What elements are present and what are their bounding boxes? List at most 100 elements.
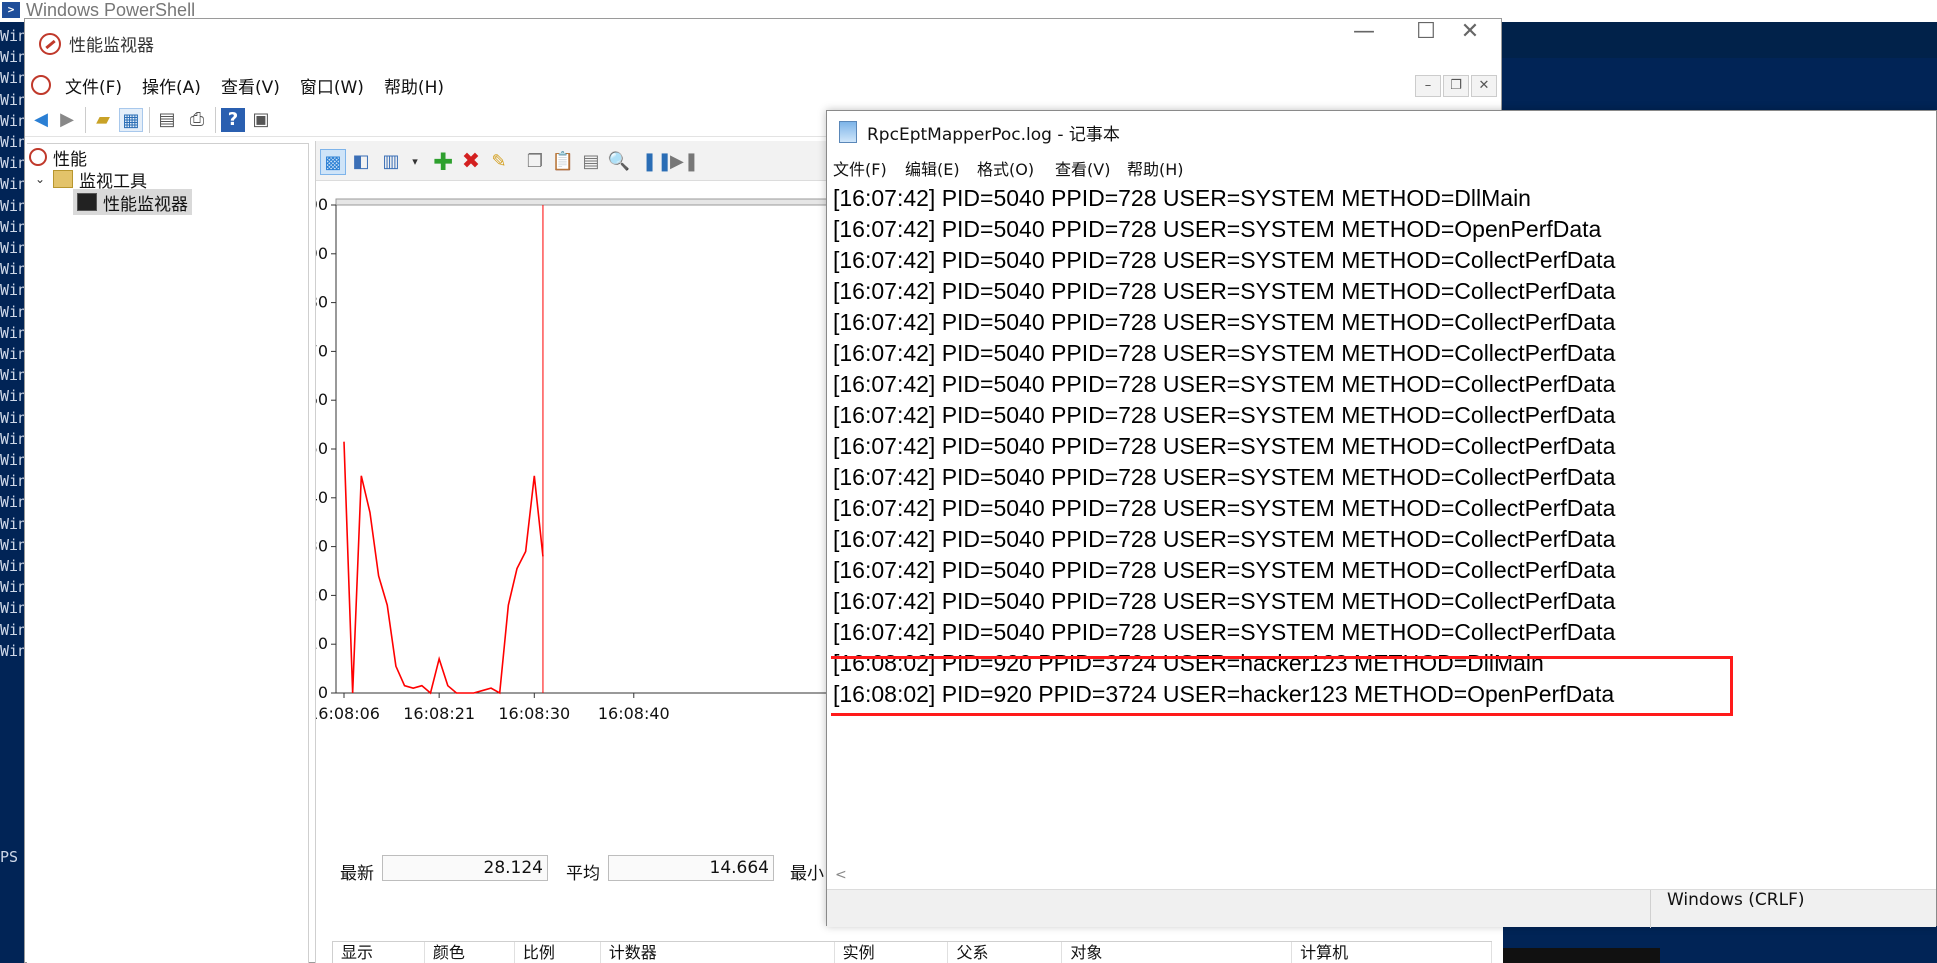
paste-counter-list-icon[interactable]: 📋 xyxy=(550,149,576,175)
log-line: [16:07:42] PID=5040 PPID=728 USER=SYSTEM… xyxy=(833,495,1616,521)
notepad-window: RpcEptMapperPoc.log - 记事本 文件(F) 编辑(E) 格式… xyxy=(826,110,1937,928)
forward-arrow-icon[interactable]: ▶ xyxy=(55,108,79,132)
last-value: 28.124 xyxy=(382,855,548,881)
series-line xyxy=(343,441,544,695)
column-computer[interactable]: 计算机 xyxy=(1292,942,1492,963)
log-line: [16:07:42] PID=5040 PPID=728 USER=SYSTEM… xyxy=(833,464,1616,490)
log-line: [16:07:42] PID=5040 PPID=728 USER=SYSTEM… xyxy=(833,371,1616,397)
x-tick-label: 16:08:06 xyxy=(316,704,380,723)
average-value: 14.664 xyxy=(608,855,774,881)
print-icon[interactable]: ⎙ xyxy=(185,108,209,132)
notepad-menu-file[interactable]: 文件(F) xyxy=(833,156,887,180)
update-data-icon[interactable]: ▶❚ xyxy=(670,149,699,175)
help-icon[interactable]: ? xyxy=(221,108,245,132)
y-tick-label: 80 xyxy=(316,293,328,312)
folder-icon xyxy=(53,170,73,188)
column-scale[interactable]: 比例 xyxy=(515,942,601,963)
column-instance[interactable]: 实例 xyxy=(835,942,949,963)
y-tick-label: 10 xyxy=(316,634,328,653)
log-line: [16:07:42] PID=5040 PPID=728 USER=SYSTEM… xyxy=(833,216,1602,242)
horizontal-scrollbar[interactable]: < xyxy=(827,865,1936,889)
notepad-menu-view[interactable]: 查看(V) xyxy=(1055,156,1110,180)
notepad-text-area[interactable]: [16:07:42] PID=5040 PPID=728 USER=SYSTEM… xyxy=(831,183,1931,863)
column-color[interactable]: 颜色 xyxy=(425,942,515,963)
encoding-status: Windows (CRLF) xyxy=(1650,890,1805,928)
properties-icon[interactable]: ▤ xyxy=(578,149,604,175)
delete-counter-icon[interactable]: ✖ xyxy=(458,149,484,175)
chevron-down-icon[interactable]: ⌄ xyxy=(35,172,53,186)
change-graph-type-icon[interactable]: ▥ xyxy=(378,149,404,175)
back-arrow-icon[interactable]: ◀ xyxy=(29,108,53,132)
show-hide-tree-icon[interactable]: ▦ xyxy=(119,108,143,132)
console-view-icon[interactable]: ▣ xyxy=(249,108,273,132)
notepad-menubar: 文件(F) 编辑(E) 格式(O) 查看(V) 帮助(H) xyxy=(827,151,1936,181)
mdi-minimize-button[interactable]: – xyxy=(1415,75,1441,97)
tree-node-performance-monitor[interactable]: 性能监视器 xyxy=(73,189,192,215)
mdi-restore-button[interactable]: ❐ xyxy=(1443,75,1469,97)
log-line: [16:07:42] PID=5040 PPID=728 USER=SYSTEM… xyxy=(833,309,1616,335)
perfmon-menu-icon[interactable] xyxy=(31,75,51,95)
menu-file[interactable]: 文件(F) xyxy=(65,73,122,98)
export-list-icon[interactable]: ▤ xyxy=(155,108,179,132)
tree-node-label: 监视工具 xyxy=(79,171,147,192)
log-line: [16:07:42] PID=5040 PPID=728 USER=SYSTEM… xyxy=(833,185,1531,211)
notepad-titlebar[interactable]: RpcEptMapperPoc.log - 记事本 xyxy=(827,111,1936,151)
powershell-console-stripe xyxy=(1500,22,1937,58)
log-line: [16:07:42] PID=5040 PPID=728 USER=SYSTEM… xyxy=(833,526,1616,552)
y-tick-label: 100 xyxy=(316,195,328,214)
y-tick-label: 60 xyxy=(316,390,328,409)
menu-window[interactable]: 窗口(W) xyxy=(300,73,364,98)
log-line: [16:07:42] PID=5040 PPID=728 USER=SYSTEM… xyxy=(833,588,1616,614)
menu-action[interactable]: 操作(A) xyxy=(142,73,201,98)
view-log-data-icon[interactable]: ◧ xyxy=(348,149,374,175)
notepad-title: RpcEptMapperPoc.log - 记事本 xyxy=(867,125,1120,145)
minimum-label: 最小 xyxy=(790,864,824,884)
menu-help[interactable]: 帮助(H) xyxy=(384,73,444,98)
up-folder-icon[interactable]: ▰ xyxy=(91,108,115,132)
notepad-icon xyxy=(839,121,857,143)
copy-properties-icon[interactable]: ❐ xyxy=(522,149,548,175)
y-tick-label: 20 xyxy=(316,585,328,604)
counter-list-header: 显示 颜色 比例 计数器 实例 父系 对象 计算机 xyxy=(332,941,1492,963)
log-line: [16:07:42] PID=5040 PPID=728 USER=SYSTEM… xyxy=(833,402,1616,428)
column-show[interactable]: 显示 xyxy=(333,942,425,963)
chevron-down-icon[interactable]: ▾ xyxy=(402,149,428,175)
last-label: 最新 xyxy=(340,864,374,884)
scroll-left-icon[interactable]: < xyxy=(835,867,847,883)
y-tick-label: 0 xyxy=(318,683,328,702)
notepad-menu-edit[interactable]: 编辑(E) xyxy=(905,156,960,180)
column-object[interactable]: 对象 xyxy=(1062,942,1293,963)
zoom-icon[interactable]: 🔍 xyxy=(606,149,632,175)
column-counter[interactable]: 计数器 xyxy=(601,942,835,963)
close-button[interactable]: ✕ xyxy=(1439,19,1501,67)
perfmon-menubar: 文件(F) 操作(A) 查看(V) 窗口(W) 帮助(H) – ❐ ✕ xyxy=(25,67,1501,101)
minimize-button[interactable]: — xyxy=(1333,19,1395,67)
add-counter-icon[interactable]: ✚ xyxy=(430,149,456,175)
y-tick-label: 70 xyxy=(316,341,328,360)
log-line: [16:07:42] PID=5040 PPID=728 USER=SYSTEM… xyxy=(833,619,1616,645)
log-line: [16:07:42] PID=5040 PPID=728 USER=SYSTEM… xyxy=(833,247,1616,273)
column-parent[interactable]: 父系 xyxy=(948,942,1063,963)
mdi-close-button[interactable]: ✕ xyxy=(1471,75,1497,97)
perfmon-titlebar[interactable]: 性能监视器 — ☐ ✕ xyxy=(25,19,1501,67)
x-tick-label: 16:08:21 xyxy=(403,704,475,723)
view-current-activity-icon[interactable]: ▩ xyxy=(320,149,346,175)
x-tick-label: 16:08:40 xyxy=(598,704,670,723)
average-label: 平均 xyxy=(566,864,600,884)
notepad-menu-format[interactable]: 格式(O) xyxy=(977,156,1034,180)
freeze-display-icon[interactable]: ❚❚ xyxy=(642,149,672,175)
log-line: [16:07:42] PID=5040 PPID=728 USER=SYSTEM… xyxy=(833,433,1616,459)
highlight-icon[interactable]: ✎ xyxy=(486,149,512,175)
tree-node-label: 性能监视器 xyxy=(103,194,188,215)
x-tick-label: 16:08:30 xyxy=(498,704,570,723)
performance-monitor-icon xyxy=(77,193,97,211)
powershell-title: Windows PowerShell xyxy=(26,0,196,20)
perfmon-title: 性能监视器 xyxy=(69,36,154,56)
menu-view[interactable]: 查看(V) xyxy=(221,73,280,98)
log-line: [16:07:42] PID=5040 PPID=728 USER=SYSTEM… xyxy=(833,557,1616,583)
y-tick-label: 30 xyxy=(316,537,328,556)
powershell-icon: > xyxy=(2,2,20,18)
highlight-box xyxy=(831,656,1733,716)
notepad-menu-help[interactable]: 帮助(H) xyxy=(1127,156,1184,180)
y-tick-label: 90 xyxy=(316,244,328,263)
